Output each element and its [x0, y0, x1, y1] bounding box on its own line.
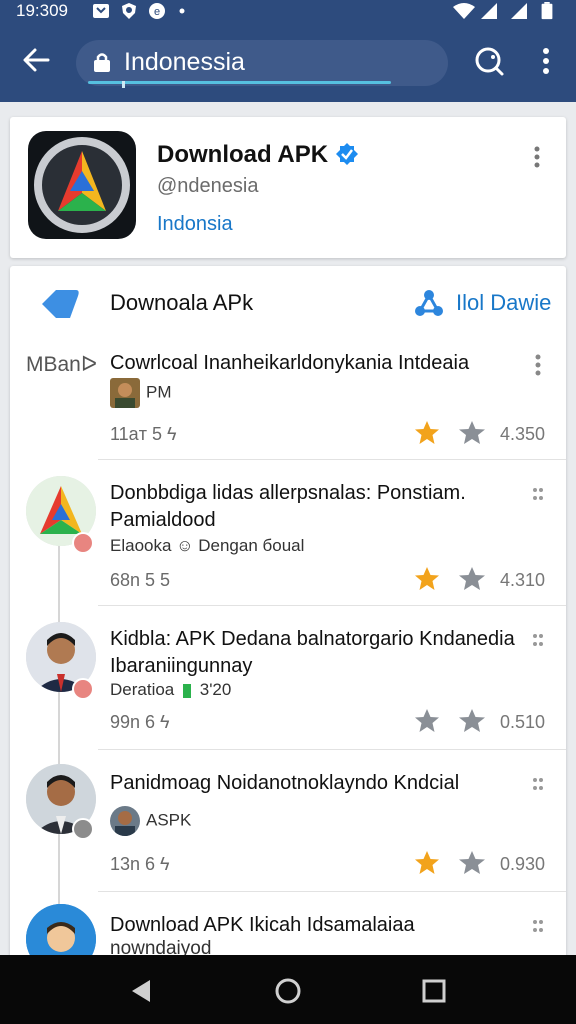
- search-icon[interactable]: [472, 44, 506, 78]
- url-text: Indonessia: [124, 48, 245, 76]
- play-badge-icon: [72, 532, 94, 554]
- star-icon[interactable]: [414, 420, 440, 446]
- author-thumbnail: [110, 378, 140, 408]
- star-icon[interactable]: [414, 850, 440, 876]
- star-icon[interactable]: [414, 708, 440, 734]
- post-more-icon[interactable]: [532, 354, 544, 376]
- post-meta-text: Deratioa: [110, 680, 175, 699]
- profile-card: Download APK @ndenesia Indonsia: [10, 117, 566, 258]
- post-count: 4.310: [500, 570, 546, 590]
- play-badge-icon: [72, 678, 94, 700]
- post-count: 4.350: [500, 424, 546, 444]
- lock-icon: [94, 53, 110, 72]
- bookmark-star-icon[interactable]: [458, 850, 486, 876]
- post-meta: PM: [110, 378, 172, 408]
- bookmark-star-icon[interactable]: [458, 566, 486, 592]
- post-title: Kidbla: APK Dedana balnatorgario Kndaned…: [110, 628, 515, 677]
- post-time: 13n 6 ϟ: [110, 854, 170, 874]
- post-title: Download APK Ikicah Idsamalaiaa: [110, 914, 415, 936]
- author-thumbnail: [110, 806, 140, 836]
- wifi-icon: [453, 3, 475, 19]
- post-item[interactable]: Panidmoag Noidanotnoklayndo Kndcial ASPK…: [10, 750, 566, 892]
- post-item[interactable]: MBanᐅ Cowrlcoal Inanheikarldonykania Int…: [10, 342, 566, 460]
- star-icon[interactable]: [414, 566, 440, 592]
- svg-text:e: e: [154, 6, 160, 18]
- status-bar: 19:309 e: [0, 0, 576, 24]
- nav-recents-icon[interactable]: [420, 977, 448, 1005]
- system-nav-bar: [0, 955, 576, 1024]
- green-tag-icon: [183, 683, 191, 698]
- app-logo[interactable]: [28, 131, 136, 239]
- battery-icon: [541, 2, 553, 20]
- post-meta-text: Elaooka ☺ Dengan бoual: [110, 536, 305, 555]
- post-count: 0.930: [500, 854, 546, 874]
- post-time: 11aт 5 ϟ: [110, 424, 177, 444]
- post-meta-text: PM: [146, 382, 172, 402]
- status-time: 19:309: [16, 1, 68, 20]
- post-title: Donbbdiga lidas allerpsnalas: Ponstiam. …: [110, 482, 466, 531]
- dot-icon: [179, 8, 185, 14]
- feed-card: Downoala APk Ilol Dawie MBanᐅ Cowrlcoal …: [10, 266, 566, 966]
- feed-title: Downoala APk: [110, 290, 254, 315]
- post-count: 0.510: [500, 712, 546, 732]
- post-more-icon[interactable]: [532, 916, 544, 938]
- share-icon[interactable]: [414, 288, 444, 318]
- apk-logo-icon: [34, 137, 130, 233]
- post-title: Panidmoag Noidanotnoklayndo Kndcial: [110, 772, 460, 794]
- post-more-icon[interactable]: [532, 630, 544, 652]
- post-item[interactable]: Donbbdiga lidas allerpsnalas: Ponstiam. …: [10, 460, 566, 606]
- post-time: 68n 5 5: [110, 570, 171, 590]
- post-more-icon[interactable]: [532, 484, 544, 506]
- post-meta-tag: 3'20: [199, 680, 232, 699]
- play-badge-icon: [72, 818, 94, 840]
- more-vert-icon[interactable]: [535, 44, 557, 78]
- post-source: MBanᐅ: [26, 353, 98, 376]
- shield-icon: [122, 3, 136, 19]
- back-arrow-icon[interactable]: [20, 44, 52, 76]
- bookmark-star-icon[interactable]: [458, 420, 486, 446]
- post-more-icon[interactable]: [532, 774, 544, 796]
- nav-back-icon[interactable]: [128, 977, 156, 1005]
- notification-icon: [93, 4, 109, 18]
- tag-icon: [42, 290, 79, 318]
- signal-icon: [481, 3, 497, 19]
- post-item[interactable]: Kidbla: APK Dedana balnatorgario Kndaned…: [10, 606, 566, 750]
- profile-name: Download APK: [157, 141, 329, 168]
- profile-link[interactable]: Indonsia: [157, 213, 233, 236]
- app-bar: 19:309 e Indonessia: [0, 0, 576, 102]
- verified-badge-icon: [336, 143, 358, 165]
- progress-knob: [122, 81, 125, 88]
- bookmark-star-icon[interactable]: [458, 708, 486, 734]
- signal-icon-2: [511, 3, 527, 19]
- post-title: Cowrlcoal Inanheikarldonykania Intdeaia: [110, 352, 470, 374]
- app-notification-icon: e: [149, 3, 165, 19]
- post-meta: Deratioa 3'20: [110, 680, 231, 700]
- nav-home-icon[interactable]: [274, 977, 302, 1005]
- post-meta: ASPK: [110, 806, 191, 836]
- post-time: 99n 6 ϟ: [110, 712, 170, 732]
- post-meta-text: ASPK: [146, 810, 192, 830]
- feed-action-link[interactable]: Ilol Dawie: [456, 290, 551, 316]
- page-load-progress: [88, 81, 391, 84]
- profile-handle: @ndenesia: [157, 175, 259, 197]
- url-bar[interactable]: Indonessia: [76, 40, 448, 88]
- profile-more-icon[interactable]: [532, 145, 542, 169]
